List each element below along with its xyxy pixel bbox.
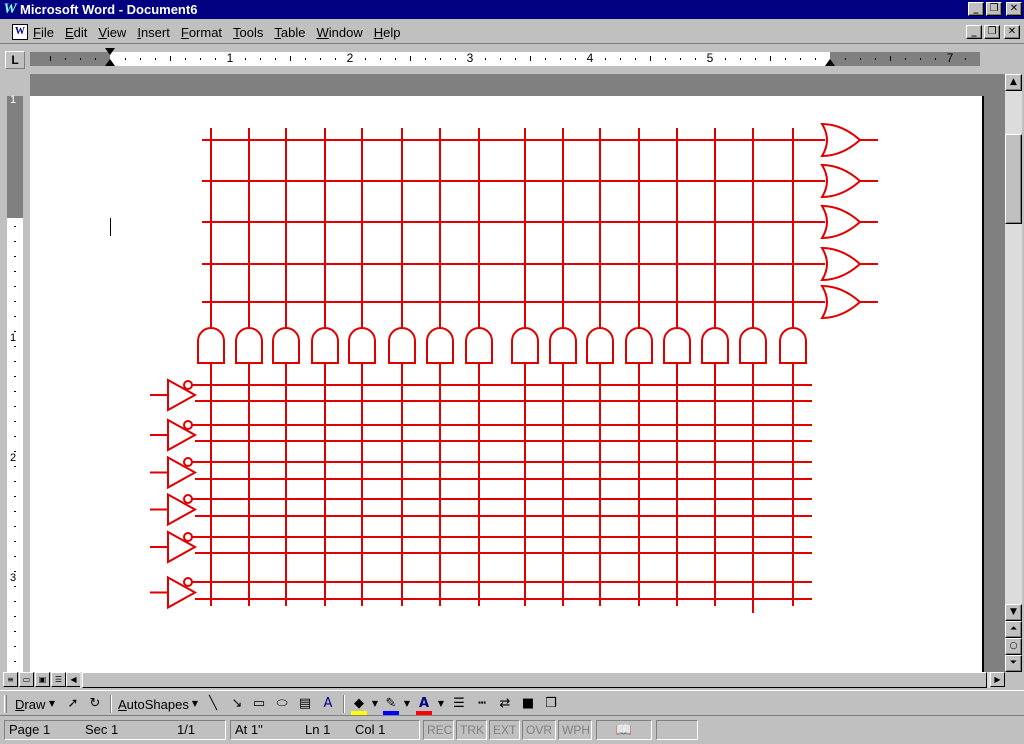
scroll-down-button[interactable]: ▼ <box>1005 604 1022 621</box>
scroll-up-button[interactable]: ▲ <box>1005 74 1022 91</box>
status-wph[interactable]: WPH <box>558 720 592 740</box>
scroll-left-button[interactable]: ◀ <box>66 672 81 687</box>
vertical-scroll-thumb[interactable] <box>1005 134 1022 224</box>
web-layout-view-button[interactable]: ▭ <box>19 672 34 687</box>
status-ovr[interactable]: OVR <box>522 720 556 740</box>
not-gate-bubble <box>183 380 193 390</box>
rectangle-icon[interactable]: ▭ <box>250 695 268 713</box>
and-gate <box>348 327 376 364</box>
or-gate <box>820 122 862 158</box>
dropdown-arrow-icon: ▼ <box>191 699 199 708</box>
not-gate-bubble <box>183 420 193 430</box>
line-color-swatch <box>383 711 399 715</box>
dropdown-arrow-icon: ▼ <box>437 699 445 708</box>
and-gate <box>235 327 263 364</box>
or-gate <box>820 163 862 199</box>
not-gate-bubble <box>183 494 193 504</box>
font-color-swatch <box>416 711 432 715</box>
not-gate-bubble <box>183 457 193 467</box>
status-line: Ln 1 <box>305 722 331 737</box>
status-section: Sec 1 <box>85 722 119 737</box>
or-gate <box>820 246 862 282</box>
and-gate <box>511 327 539 364</box>
spelling-status-icon[interactable]: 📖 <box>596 720 652 740</box>
not-gate-bubble <box>183 577 193 587</box>
status-bar: Page 1 Sec 1 1/1 At 1" Ln 1 Col 1 REC TR… <box>0 718 1024 742</box>
next-page-button[interactable]: ⏷ <box>1005 655 1022 672</box>
free-rotate-icon[interactable]: ↻ <box>86 695 104 713</box>
and-gate <box>311 327 339 364</box>
fill-color-swatch <box>351 711 367 715</box>
or-gate <box>820 284 862 320</box>
text-cursor <box>110 218 111 236</box>
or-gate <box>820 204 862 240</box>
vertical-scrollbar[interactable]: ▲ ▼ ⏶ ○ ⏷ <box>1005 74 1022 672</box>
dropdown-arrow-icon: ▼ <box>403 699 411 708</box>
text-box-icon[interactable]: ▤ <box>296 695 314 713</box>
oval-icon[interactable]: ⬭ <box>273 695 291 713</box>
select-browse-object-button[interactable]: ○ <box>1005 638 1022 655</box>
line-icon[interactable]: ╲ <box>204 695 222 713</box>
line-style-icon[interactable]: ☰ <box>450 695 468 713</box>
and-gate <box>197 327 225 364</box>
and-gate <box>701 327 729 364</box>
status-page-count: 1/1 <box>177 722 196 737</box>
and-gate <box>663 327 691 364</box>
and-gate <box>272 327 300 364</box>
wordart-icon[interactable]: A <box>319 695 337 713</box>
and-gate <box>388 327 416 364</box>
status-page-section: Page 1 Sec 1 1/1 <box>4 720 226 740</box>
and-gate <box>465 327 493 364</box>
autoshapes-menu-button[interactable]: AutoShapes <box>118 697 189 712</box>
and-gate <box>549 327 577 364</box>
status-ext[interactable]: EXT <box>489 720 520 740</box>
status-page: Page 1 <box>9 722 51 737</box>
logic-array-drawing[interactable] <box>0 0 1024 744</box>
draw-menu-button[interactable]: Draw <box>15 697 45 712</box>
and-gate <box>625 327 653 364</box>
status-column: Col 1 <box>355 722 386 737</box>
print-layout-view-button[interactable]: ▣ <box>35 672 50 687</box>
and-gate <box>739 327 767 364</box>
drawing-toolbar: Draw ▼ ➚ ↻ AutoShapes ▼ ╲ ↘ ▭ ⬭ ▤ A ◆ ▼ … <box>0 690 1024 716</box>
normal-view-button[interactable]: ≡ <box>3 672 18 687</box>
not-gate-bubble <box>183 532 193 542</box>
horizontal-scroll-row: ≡ ▭ ▣ ☰ ◀ ▶ <box>0 672 1024 689</box>
select-objects-icon[interactable]: ➚ <box>64 695 82 713</box>
arrow-style-icon[interactable]: ⇄ <box>496 695 514 713</box>
dropdown-arrow-icon: ▼ <box>48 699 56 708</box>
horizontal-scroll-thumb[interactable] <box>82 672 987 688</box>
status-empty-field <box>656 720 698 740</box>
and-gate <box>779 327 807 364</box>
arrow-icon[interactable]: ↘ <box>228 695 246 713</box>
dash-style-icon[interactable]: ┅ <box>473 695 491 713</box>
scroll-right-button[interactable]: ▶ <box>990 672 1005 687</box>
and-gate <box>426 327 454 364</box>
status-rec[interactable]: REC <box>423 720 454 740</box>
toolbar-separator <box>343 695 345 713</box>
previous-page-button[interactable]: ⏶ <box>1005 621 1022 638</box>
outline-view-button[interactable]: ☰ <box>51 672 66 687</box>
shadow-icon[interactable]: ■ <box>519 695 537 713</box>
status-trk[interactable]: TRK <box>456 720 487 740</box>
toolbar-grip[interactable] <box>4 695 7 713</box>
status-at: At 1" <box>235 722 263 737</box>
toolbar-separator <box>110 695 112 713</box>
3d-icon[interactable]: ❒ <box>542 695 560 713</box>
and-gate <box>586 327 614 364</box>
status-position: At 1" Ln 1 Col 1 <box>230 720 420 740</box>
